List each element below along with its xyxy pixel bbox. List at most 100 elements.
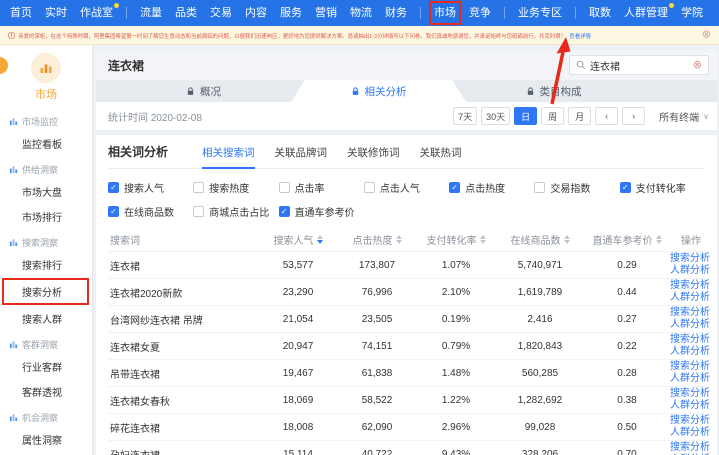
value-cell: 18,069 xyxy=(258,395,338,406)
metric-点击人气[interactable]: 点击人气 xyxy=(364,180,449,195)
checkbox-checked-icon[interactable]: ✓ xyxy=(279,206,290,217)
tab-概况[interactable]: 概况 xyxy=(116,80,291,102)
column-header-在线商品数[interactable]: 在线商品数 xyxy=(496,232,584,247)
action-link-人群分析[interactable]: 人群分析 xyxy=(670,292,710,304)
checkbox-unchecked-icon[interactable] xyxy=(193,206,204,217)
metric-交易指数[interactable]: 交易指数 xyxy=(534,180,619,195)
sidebar-item-市场排行[interactable]: 市场排行 xyxy=(0,204,92,229)
sidebar-item-搜索人群[interactable]: 搜索人群 xyxy=(0,306,92,331)
nav-item-取数[interactable]: 取数 xyxy=(589,6,611,20)
sidebar-item-监控看板[interactable]: 监控看板 xyxy=(0,131,92,156)
nav-item-服务[interactable]: 服务 xyxy=(280,6,302,20)
notice-close-icon[interactable]: ⊗ xyxy=(702,30,711,41)
metric-直通车参考价[interactable]: ✓ 直通车参考价 xyxy=(279,204,364,219)
action-link-人群分析[interactable]: 人群分析 xyxy=(670,400,710,412)
action-link-搜索分析[interactable]: 搜索分析 xyxy=(670,388,710,400)
date-button-日[interactable]: 日 xyxy=(514,107,537,125)
action-link-人群分析[interactable]: 人群分析 xyxy=(670,319,710,331)
metric-搜索热度[interactable]: 搜索热度 xyxy=(193,180,278,195)
checkbox-unchecked-icon[interactable] xyxy=(279,182,290,193)
checkbox-checked-icon[interactable]: ✓ xyxy=(108,182,119,193)
metric-搜索人气[interactable]: ✓搜索人气 xyxy=(108,180,193,195)
action-link-搜索分析[interactable]: 搜索分析 xyxy=(670,307,710,319)
column-header-搜索人气[interactable]: 搜索人气 xyxy=(258,232,338,247)
terminal-dropdown[interactable]: 所有终端 ∨ xyxy=(659,109,709,124)
date-button-月[interactable]: 月 xyxy=(568,107,591,125)
prev-period-button[interactable]: ‹ xyxy=(595,107,618,125)
action-link-搜索分析[interactable]: 搜索分析 xyxy=(670,361,710,373)
sidebar-item-搜索分析[interactable]: 搜索分析 xyxy=(2,278,89,305)
nav-item-品类[interactable]: 品类 xyxy=(175,6,197,20)
nav-item-交易[interactable]: 交易 xyxy=(210,6,232,20)
date-button-30天[interactable]: 30天 xyxy=(481,107,510,125)
nav-item-学院[interactable]: 学院 xyxy=(681,6,703,20)
nav-item-内容[interactable]: 内容 xyxy=(245,6,267,20)
nav-item-业务专区[interactable]: 业务专区 xyxy=(518,6,562,20)
tab-相关分析[interactable]: 相关分析 xyxy=(291,80,466,102)
action-link-搜索分析[interactable]: 搜索分析 xyxy=(670,415,710,427)
date-button-周[interactable]: 周 xyxy=(541,107,564,125)
nav-item-市场[interactable]: 市场 xyxy=(434,6,456,20)
metric-点击热度[interactable]: ✓点击热度 xyxy=(449,180,534,195)
sidebar-group-搜索洞察: 搜索洞察 xyxy=(0,231,92,252)
sort-icons[interactable] xyxy=(480,235,486,244)
metric-点击率[interactable]: 点击率 xyxy=(279,180,364,195)
metric-在线商品数[interactable]: ✓ 在线商品数 xyxy=(108,204,193,219)
nav-item-实时[interactable]: 实时 xyxy=(45,6,67,20)
checkbox-checked-icon[interactable]: ✓ xyxy=(620,182,631,193)
analysis-tab-关联修饰词[interactable]: 关联修饰词 xyxy=(347,145,400,168)
clear-search-icon[interactable]: ⊗ xyxy=(693,60,702,71)
tab-类目构成[interactable]: 类目构成 xyxy=(466,80,641,102)
sort-icons[interactable] xyxy=(656,235,662,244)
sidebar-item-客群透视[interactable]: 客群透视 xyxy=(0,379,92,404)
sort-icons[interactable] xyxy=(317,235,323,244)
sidebar-item-行业客群[interactable]: 行业客群 xyxy=(0,354,92,379)
keyword-search-input[interactable] xyxy=(590,60,689,71)
analysis-tab-相关搜索词[interactable]: 相关搜索词 xyxy=(202,145,255,168)
analysis-tab-关联品牌词[interactable]: 关联品牌词 xyxy=(275,145,328,168)
nav-item-物流[interactable]: 物流 xyxy=(350,6,372,20)
action-link-人群分析[interactable]: 人群分析 xyxy=(670,427,710,439)
column-header-点击热度[interactable]: 点击热度 xyxy=(338,232,416,247)
value-cell: 23,290 xyxy=(258,287,338,298)
nav-item-财务[interactable]: 财务 xyxy=(385,6,407,20)
sidebar-item-搜索排行[interactable]: 搜索排行 xyxy=(0,252,92,277)
checkbox-unchecked-icon[interactable] xyxy=(534,182,545,193)
stat-time-label: 统计时间 xyxy=(108,113,148,124)
metric-商城点击占比[interactable]: 商城点击占比 xyxy=(193,204,278,219)
value-cell: 560,285 xyxy=(496,368,584,379)
checkbox-checked-icon[interactable]: ✓ xyxy=(449,182,460,193)
metric-label: 直通车参考价 xyxy=(295,204,355,219)
checkbox-checked-icon[interactable]: ✓ xyxy=(108,206,119,217)
nav-item-首页[interactable]: 首页 xyxy=(10,6,32,20)
column-header-直通车参考价[interactable]: 直通车参考价 xyxy=(584,232,670,247)
metric-支付转化率[interactable]: ✓支付转化率 xyxy=(620,180,705,195)
action-link-搜索分析[interactable]: 搜索分析 xyxy=(670,280,710,292)
action-link-人群分析[interactable]: 人群分析 xyxy=(670,346,710,358)
checkbox-unchecked-icon[interactable] xyxy=(193,182,204,193)
action-link-搜索分析[interactable]: 搜索分析 xyxy=(670,253,710,265)
metric-label: 在线商品数 xyxy=(124,204,174,219)
analysis-tab-关联热词[interactable]: 关联热词 xyxy=(420,145,462,168)
sort-icons[interactable] xyxy=(564,235,570,244)
nav-item-作战室[interactable]: 作战室 xyxy=(80,6,113,20)
action-link-人群分析[interactable]: 人群分析 xyxy=(670,373,710,385)
action-link-人群分析[interactable]: 人群分析 xyxy=(670,265,710,277)
sidebar-item-市场大盘[interactable]: 市场大盘 xyxy=(0,179,92,204)
column-header-支付转化率[interactable]: 支付转化率 xyxy=(416,232,496,247)
date-button-7天[interactable]: 7天 xyxy=(453,107,477,125)
nav-item-人群管理[interactable]: 人群管理 xyxy=(624,6,668,20)
value-cell: 0.22 xyxy=(584,341,670,352)
action-link-搜索分析[interactable]: 搜索分析 xyxy=(670,334,710,346)
action-link-搜索分析[interactable]: 搜索分析 xyxy=(670,442,710,454)
checkbox-unchecked-icon[interactable] xyxy=(364,182,375,193)
sort-icons[interactable] xyxy=(396,235,402,244)
keyword-searchbox[interactable]: ⊗ xyxy=(569,55,709,75)
sidebar-item-属性洞察[interactable]: 属性洞察 xyxy=(0,427,92,452)
nav-item-竞争[interactable]: 竞争 xyxy=(469,6,491,20)
nav-item-流量[interactable]: 流量 xyxy=(140,6,162,20)
sidebar-group-客群洞察: 客群洞察 xyxy=(0,333,92,354)
nav-item-营销[interactable]: 营销 xyxy=(315,6,337,20)
notice-detail-link[interactable]: 查看详情 xyxy=(569,31,591,39)
next-period-button[interactable]: › xyxy=(622,107,645,125)
